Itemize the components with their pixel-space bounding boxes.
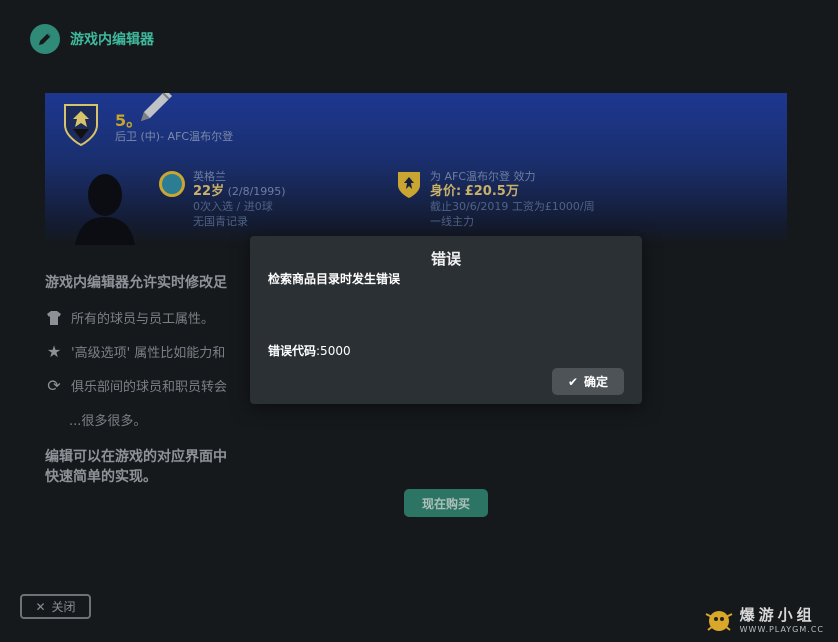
intro-text: 游戏内编辑器允许实时修改足 <box>45 275 227 291</box>
player-info: 英格兰 22岁 (2/8/1995) 0次入选 / 进0球 无国青记录 <box>193 169 286 229</box>
value-label: 身价: <box>430 184 462 199</box>
dialog-title: 错误 <box>430 250 461 268</box>
close-icon: ✕ <box>35 599 46 614</box>
editor-description: 游戏内编辑器允许实时修改足 所有的球员与员工属性。 ★ '高级选项' 属性比如能… <box>45 272 227 485</box>
age-value: 22岁 <box>193 184 225 199</box>
watermark-name: 爆游小组 <box>739 606 816 624</box>
feature-text: '高级选项' 属性比如能力和 <box>71 346 226 361</box>
contract-info: 截止30/6/2019 工资为£1000/周 <box>430 200 595 213</box>
feature-item: ...很多很多。 <box>69 410 146 429</box>
checkmark-icon: ✔ <box>567 374 579 389</box>
pencil-icon <box>30 24 60 54</box>
feature-item: 所有的球员与员工属性。 <box>45 308 214 327</box>
error-code-label: 错误代码 <box>268 344 317 358</box>
dob-value: (2/8/1995) <box>227 185 286 198</box>
club-info: 为 AFC温布尔登 效力 身价: £20.5万 截止30/6/2019 工资为£… <box>430 169 595 229</box>
error-code: 错误代码:5000 <box>268 342 351 359</box>
feature-text: 所有的球员与员工属性。 <box>71 312 215 327</box>
nation-label: 英格兰 <box>193 170 226 183</box>
close-button[interactable]: ✕ 关闭 <box>20 594 91 619</box>
squad-status: 一线主力 <box>430 215 474 228</box>
feature-item: ⟳ 俱乐部间的球员和职员转会 <box>45 376 227 395</box>
watermark-url: WWW.PLAYGM.CC <box>739 625 824 634</box>
buy-now-button[interactable]: 现在购买 <box>404 489 488 517</box>
watermark: 爆游小组 WWW.PLAYGM.CC <box>702 604 824 634</box>
dialog-message: 检索商品目录时发生错误 <box>268 272 401 286</box>
feature-item: ★ '高级选项' 属性比如能力和 <box>45 342 225 361</box>
watermark-logo-icon <box>705 611 733 631</box>
error-dialog: 错误 检索商品目录时发生错误 错误代码:5000 ✔ 确定 <box>250 236 642 404</box>
ok-label: 确定 <box>584 375 609 389</box>
intl-record: 无国青记录 <box>193 215 248 228</box>
error-code-value: :5000 <box>316 344 351 358</box>
club-crest-icon <box>63 103 99 151</box>
refresh-icon: ⟳ <box>47 376 61 395</box>
player-position: 后卫 (中)- AFC温布尔登 <box>115 130 234 143</box>
nation-flag-icon <box>159 171 185 197</box>
caps-value: 0次入选 / 进0球 <box>193 200 273 213</box>
ok-button[interactable]: ✔ 确定 <box>552 368 624 395</box>
club-small-crest-icon <box>397 171 421 203</box>
page-title: 游戏内编辑器 <box>70 32 154 48</box>
editor-header: 游戏内编辑器 <box>30 24 154 54</box>
close-label: 关闭 <box>51 600 76 614</box>
player-banner: 5。 后卫 (中)- AFC温布尔登 英格兰 22岁 (2/8/1995) 0次… <box>45 93 787 245</box>
star-icon: ★ <box>46 342 62 361</box>
club-line: 为 AFC温布尔登 效力 <box>430 170 536 183</box>
outro-text: 编辑可以在游戏的对应界面中快速简单的实现。 <box>45 449 227 485</box>
shirt-icon <box>45 310 63 326</box>
feature-text: 俱乐部间的球员和职员转会 <box>71 380 228 395</box>
edit-pencil-icon[interactable] <box>135 93 177 131</box>
player-silhouette <box>75 171 135 245</box>
feature-text: ...很多很多。 <box>69 414 147 429</box>
player-value: £20.5万 <box>464 184 519 199</box>
